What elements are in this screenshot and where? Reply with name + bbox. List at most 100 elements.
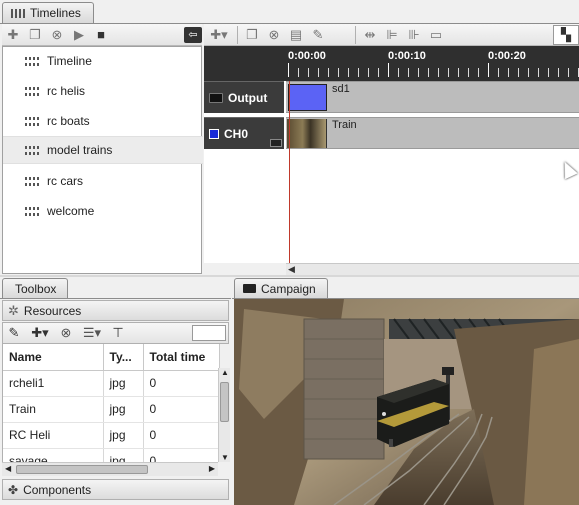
- track-header-ch0[interactable]: CH0: [204, 117, 284, 149]
- cell-total-time: 0: [143, 422, 220, 449]
- components-puzzle-icon: ✤: [8, 482, 19, 497]
- resources-gear-icon: ✲: [8, 302, 19, 318]
- timeline-ruler[interactable]: 0:00:00 0:00:10 0:00:20: [204, 46, 579, 81]
- resources-label: Resources: [23, 303, 82, 318]
- playhead[interactable]: [289, 81, 290, 263]
- column-header-total-time[interactable]: Total time: [143, 344, 220, 371]
- timeline-icon: [25, 56, 39, 66]
- add-icon[interactable]: ✚: [2, 25, 24, 45]
- resources-toolbar: ✎ ✚▾ ⊗ ☰▾ ⊤: [2, 322, 229, 344]
- add-resource-icon[interactable]: ✚▾: [25, 323, 55, 343]
- table-row[interactable]: Train jpg 0: [3, 396, 220, 423]
- timeline-icon: [25, 206, 39, 216]
- remove-icon[interactable]: ⊗: [263, 25, 285, 45]
- list-item-label: welcome: [47, 204, 95, 218]
- edit-icon[interactable]: ✎: [307, 25, 329, 45]
- list-item[interactable]: rc helis: [3, 77, 203, 105]
- audio-toggle-icon[interactable]: [270, 139, 282, 147]
- track-lane-output[interactable]: sd1: [286, 81, 579, 113]
- scroll-down-icon[interactable]: ▼: [221, 453, 229, 462]
- collapse-left-icon[interactable]: ⇦: [184, 26, 202, 43]
- edit-resource-icon[interactable]: ✎: [3, 323, 25, 343]
- clip-label: sd1: [332, 83, 350, 95]
- properties-icon[interactable]: ▤: [285, 25, 307, 45]
- play-icon[interactable]: ▶: [68, 25, 90, 45]
- layout-icon[interactable]: ▚: [553, 24, 579, 45]
- delete-icon[interactable]: ⊗: [46, 25, 68, 45]
- add-track-icon[interactable]: ✚▾: [204, 25, 234, 45]
- cell-type: jpg: [103, 370, 144, 397]
- campaign-preview-image: [234, 299, 579, 505]
- tab-timelines-label: Timelines: [30, 6, 81, 20]
- train-scene-image: [234, 299, 579, 505]
- resources-header[interactable]: ✲ Resources: [2, 300, 229, 321]
- track-header-output[interactable]: Output: [204, 81, 284, 113]
- resources-vscrollbar[interactable]: ▲ ▼: [218, 368, 230, 462]
- scroll-right-icon[interactable]: ▶: [209, 464, 215, 473]
- monitor-icon: [209, 92, 223, 103]
- align-right-icon[interactable]: ⊪: [403, 25, 425, 45]
- cell-name: Train: [3, 396, 104, 423]
- list-item[interactable]: welcome: [3, 197, 203, 225]
- ruler-tick-label: 0:00:20: [488, 50, 526, 62]
- timeline-toolbar: ✚▾ ❐ ⊗ ▤ ✎ ⇹ ⊫ ⊪ ▭ ▚: [204, 24, 579, 46]
- ruler-tick-label: 0:00:00: [288, 50, 326, 62]
- cell-type: jpg: [103, 448, 144, 462]
- tab-toolbox[interactable]: Toolbox: [2, 278, 68, 298]
- list-item[interactable]: rc boats: [3, 107, 203, 135]
- cell-type: jpg: [103, 396, 144, 423]
- cell-name: rcheli1: [3, 370, 104, 397]
- duplicate-icon[interactable]: ❐: [24, 25, 46, 45]
- split-icon[interactable]: ⇹: [359, 25, 381, 45]
- tab-campaign[interactable]: Campaign: [234, 278, 328, 298]
- fit-icon[interactable]: ▭: [425, 25, 447, 45]
- tab-timelines[interactable]: Timelines: [2, 2, 94, 23]
- stop-icon[interactable]: ■: [90, 25, 112, 45]
- resources-table: Name Ty... Total time rcheli1 jpg 0 Trai…: [2, 344, 220, 462]
- timeline-icon: [25, 176, 39, 186]
- channel-color-swatch: [209, 128, 219, 139]
- hscroll-thumb[interactable]: [16, 465, 148, 474]
- components-header[interactable]: ✤ Components: [2, 479, 229, 500]
- column-header-type[interactable]: Ty...: [103, 344, 144, 371]
- copy-icon[interactable]: ❐: [241, 25, 263, 45]
- timelines-icon: [11, 8, 25, 18]
- cell-total-time: 0: [143, 448, 220, 462]
- resources-search-input[interactable]: [192, 325, 226, 341]
- vscroll-thumb[interactable]: [220, 382, 229, 422]
- components-label: Components: [23, 482, 92, 497]
- scroll-left-icon[interactable]: ◀: [288, 264, 295, 275]
- delete-resource-icon[interactable]: ⊗: [55, 323, 77, 343]
- view-options-icon[interactable]: ☰▾: [77, 323, 107, 343]
- table-row[interactable]: rcheli1 jpg 0: [3, 370, 220, 397]
- monitor-icon: [243, 284, 256, 293]
- align-left-icon[interactable]: ⊫: [381, 25, 403, 45]
- resources-hscrollbar[interactable]: ◀ ▶: [2, 462, 218, 476]
- column-header-name[interactable]: Name: [3, 344, 104, 371]
- scroll-left-icon[interactable]: ◀: [5, 464, 11, 473]
- track-name: CH0: [224, 126, 249, 141]
- hierarchy-icon[interactable]: ⊤: [107, 323, 129, 343]
- timeline-hscrollbar[interactable]: ◀: [286, 263, 579, 275]
- table-row[interactable]: RC Heli jpg 0: [3, 422, 220, 449]
- timeline-icon: [25, 116, 39, 126]
- cell-name: RC Heli: [3, 422, 104, 449]
- list-item-selected[interactable]: model trains: [3, 136, 203, 164]
- cell-total-time: 0: [143, 396, 220, 423]
- clip-sd1[interactable]: [288, 84, 327, 111]
- list-item-label: rc boats: [47, 114, 90, 128]
- ruler-major-ticks: [288, 63, 579, 77]
- clip-train-thumbnail[interactable]: [287, 119, 327, 148]
- track-lane-ch0[interactable]: Train: [286, 117, 579, 149]
- table-row[interactable]: savage jpg 0: [3, 448, 220, 462]
- list-item-label: Timeline: [47, 54, 92, 68]
- scroll-up-icon[interactable]: ▲: [221, 368, 229, 377]
- ruler-tick-label: 0:00:10: [388, 50, 426, 62]
- track-name: Output: [228, 90, 268, 105]
- list-item[interactable]: rc cars: [3, 167, 203, 195]
- timeline-icon: [25, 86, 39, 96]
- list-item-label: rc cars: [47, 174, 83, 188]
- cell-total-time: 0: [143, 370, 220, 397]
- cell-type: jpg: [103, 422, 144, 449]
- list-item[interactable]: Timeline: [3, 47, 203, 75]
